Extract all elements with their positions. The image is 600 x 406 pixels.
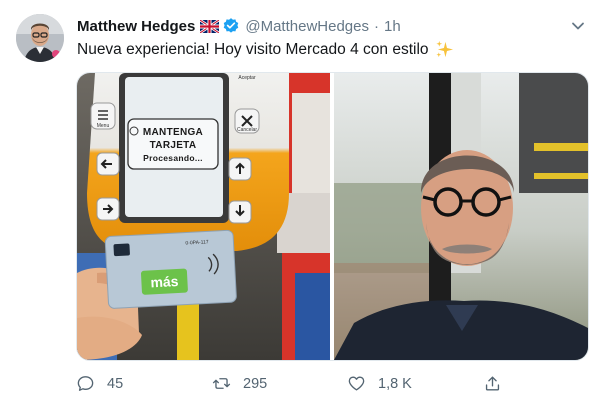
tweet-actions: 45 295 1,8 K xyxy=(76,374,587,396)
uk-flag-icon xyxy=(199,18,221,34)
tweet-text: Nueva experiencia! Hoy visito Mercado 4 … xyxy=(77,40,429,58)
tweet-text-row: Nueva experiencia! Hoy visito Mercado 4 … xyxy=(77,40,454,59)
retweet-icon xyxy=(212,378,231,389)
reply-icon xyxy=(77,376,94,391)
like-count: 1,8 K xyxy=(378,375,412,392)
screen-line-3: Procesando... xyxy=(143,153,203,163)
reply-count: 45 xyxy=(107,375,124,392)
accept-button-label: Aceptar xyxy=(238,75,256,81)
menu-button-label: Menu xyxy=(97,123,110,129)
verified-badge-icon xyxy=(222,17,240,35)
share-button[interactable] xyxy=(483,374,514,393)
reply-button[interactable]: 45 xyxy=(76,374,123,393)
card-number: 0-0PA-117 xyxy=(185,239,209,246)
author-avatar[interactable] xyxy=(16,14,64,62)
tweet-timestamp[interactable]: 1h xyxy=(384,18,401,35)
media-photo-selfie[interactable] xyxy=(334,73,588,360)
retweet-button[interactable]: 295 xyxy=(212,374,267,393)
card-brand: más xyxy=(150,273,179,290)
like-button[interactable]: 1,8 K xyxy=(347,374,412,393)
retweet-count: 295 xyxy=(243,375,268,392)
cancel-button-label: Cancelar xyxy=(237,127,257,133)
tweet[interactable]: Matthew Hedges @MatthewHedges · 1h Nueva… xyxy=(0,0,600,406)
screen-line-2: TARJETA xyxy=(150,140,197,151)
media-photo-validator[interactable]: MANTENGA TARJETA Procesando... Menu Acep… xyxy=(77,73,330,360)
chevron-down-icon[interactable] xyxy=(570,18,586,34)
share-icon xyxy=(485,376,500,391)
separator-dot: · xyxy=(373,17,379,35)
author-handle[interactable]: @MatthewHedges xyxy=(245,18,369,35)
tweet-media[interactable]: MANTENGA TARJETA Procesando... Menu Acep… xyxy=(76,72,589,361)
author-name[interactable]: Matthew Hedges xyxy=(77,18,195,35)
heart-icon xyxy=(348,376,365,391)
screen-line-1: MANTENGA xyxy=(143,127,203,138)
sparkles-icon xyxy=(435,40,454,59)
tweet-header: Matthew Hedges @MatthewHedges · 1h xyxy=(77,15,401,37)
